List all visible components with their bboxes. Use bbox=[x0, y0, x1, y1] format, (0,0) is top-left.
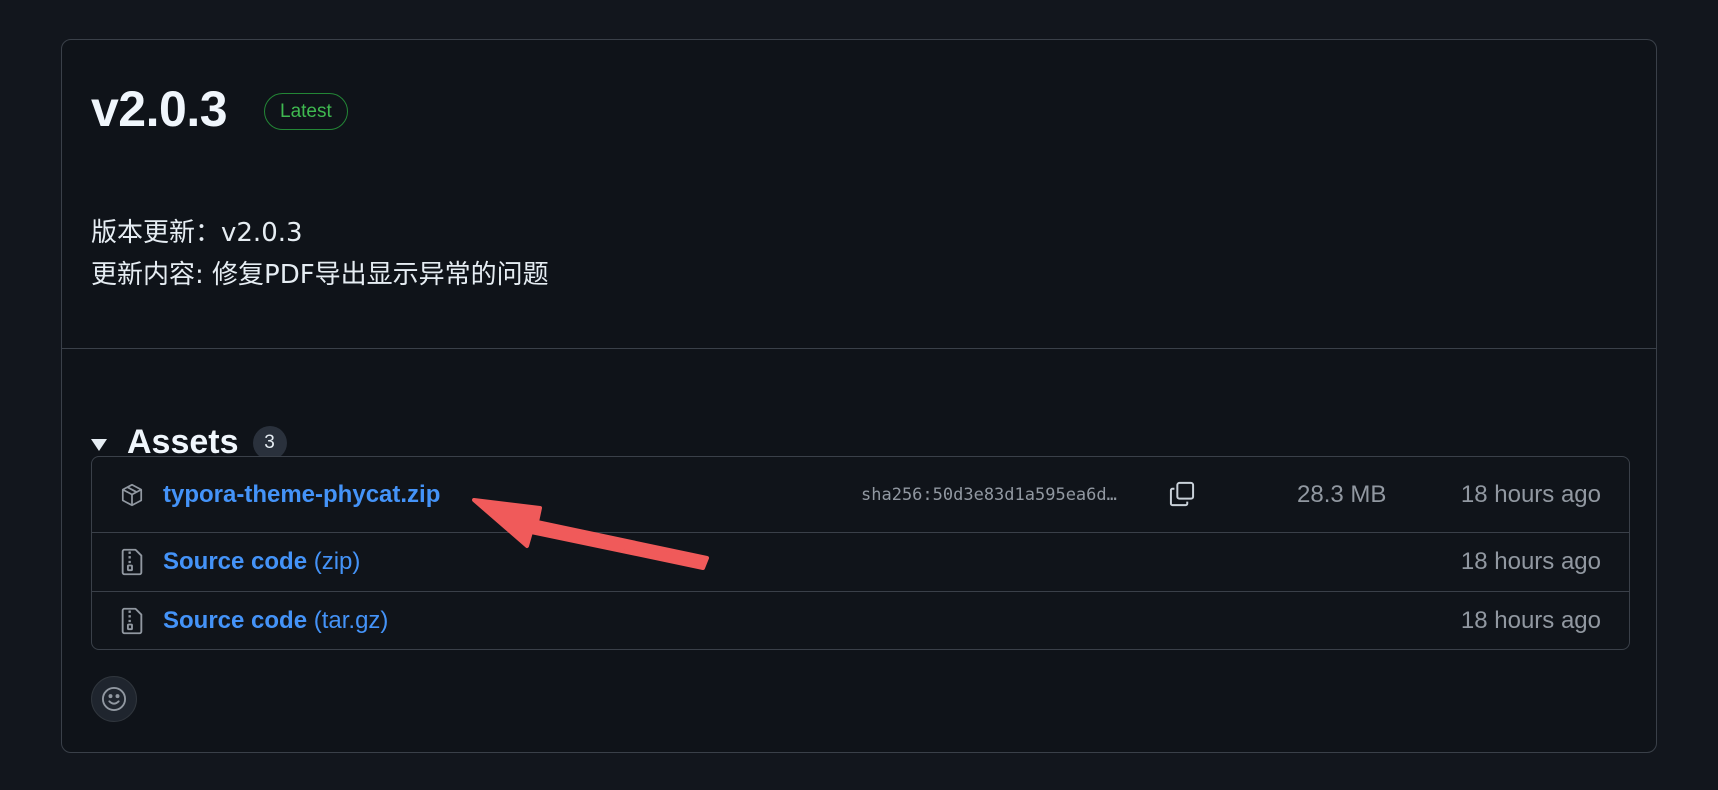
release-header: v2.0.3 Latest bbox=[91, 84, 348, 134]
assets-count-badge: 3 bbox=[252, 425, 287, 460]
copy-icon[interactable] bbox=[1168, 480, 1198, 510]
source-code-targz-link[interactable]: Source code (tar.gz) bbox=[163, 607, 388, 635]
assets-list: typora-theme-phycat.zip sha256:50d3e83d1… bbox=[91, 456, 1630, 650]
asset-name-label: Source code bbox=[163, 548, 308, 575]
release-card: v2.0.3 Latest 版本更新：v2.0.3 更新内容: 修复PDF导出显… bbox=[61, 39, 1657, 753]
latest-badge: Latest bbox=[264, 92, 348, 130]
file-zip-icon bbox=[118, 607, 146, 635]
release-note-line: 更新内容: 修复PDF导出显示异常的问题 bbox=[91, 260, 549, 290]
asset-name-label: Source code bbox=[163, 607, 308, 634]
asset-format-label: (zip) bbox=[313, 548, 361, 575]
caret-down-icon bbox=[91, 438, 107, 451]
divider bbox=[62, 348, 1656, 349]
asset-format-label: (tar.gz) bbox=[313, 607, 389, 634]
asset-row: typora-theme-phycat.zip sha256:50d3e83d1… bbox=[92, 457, 1629, 532]
annotation-arrow-icon bbox=[472, 498, 709, 570]
asset-time: 18 hours ago bbox=[1460, 548, 1601, 575]
asset-time: 18 hours ago bbox=[1460, 480, 1601, 508]
release-notes: 版本更新：v2.0.3 更新内容: 修复PDF导出显示异常的问题 bbox=[91, 212, 549, 296]
smiley-icon bbox=[101, 686, 127, 712]
asset-time: 18 hours ago bbox=[1460, 607, 1601, 634]
file-zip-icon bbox=[118, 548, 146, 576]
asset-sha256: sha256:50d3e83d1a595ea6d… bbox=[861, 484, 1117, 505]
asset-row: Source code (zip) 18 hours ago bbox=[92, 532, 1629, 591]
asset-size: 28.3 MB bbox=[1297, 480, 1387, 508]
release-note-line: 版本更新：v2.0.3 bbox=[91, 218, 303, 248]
source-code-zip-link[interactable]: Source code (zip) bbox=[163, 548, 360, 576]
asset-download-link[interactable]: typora-theme-phycat.zip bbox=[163, 481, 440, 509]
release-version-title[interactable]: v2.0.3 bbox=[91, 84, 228, 134]
package-icon bbox=[118, 481, 146, 509]
add-reaction-button[interactable] bbox=[91, 676, 137, 722]
asset-row: Source code (tar.gz) 18 hours ago bbox=[92, 591, 1629, 649]
